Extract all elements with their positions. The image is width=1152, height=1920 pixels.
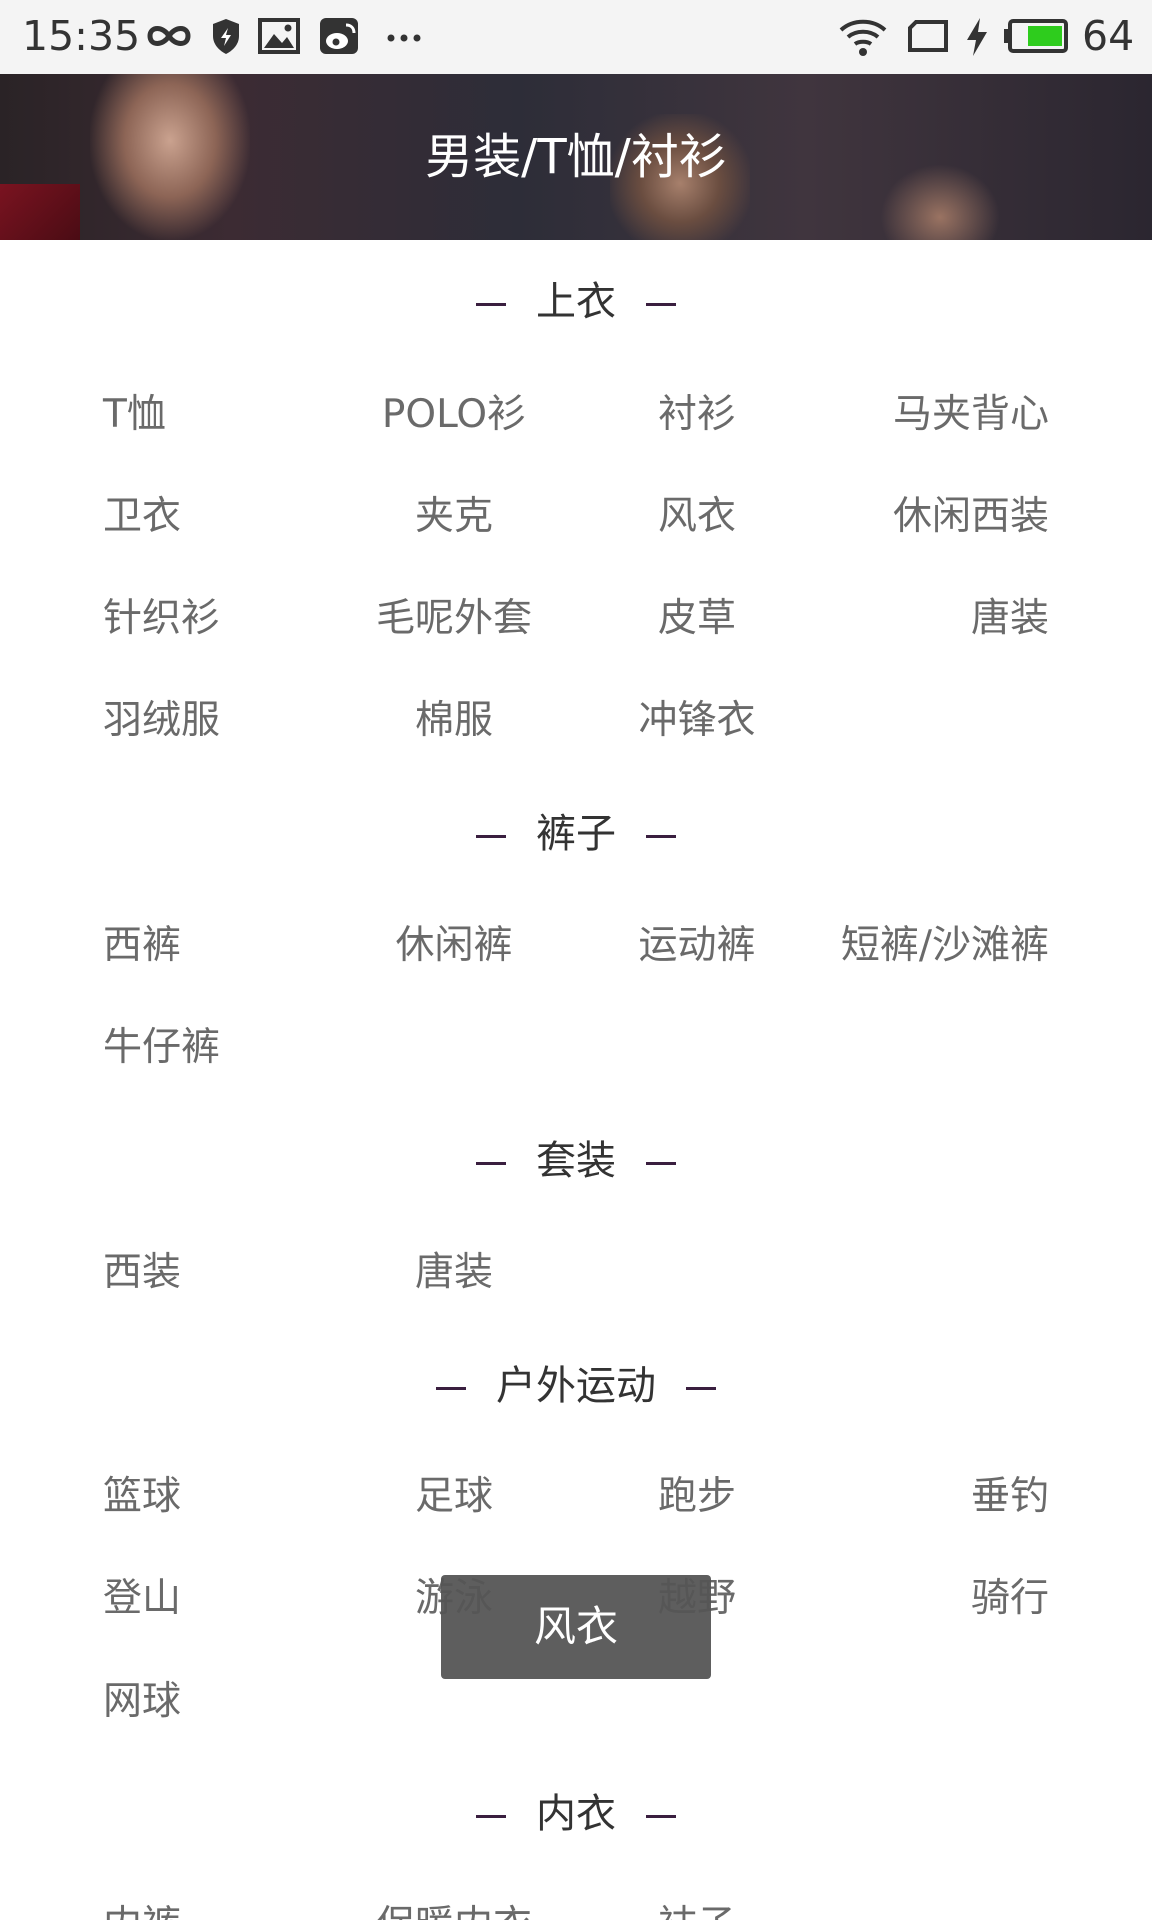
category-item[interactable]: 西装 — [103, 1245, 181, 1301]
toast-message: 风衣 — [441, 1575, 711, 1679]
category-item[interactable]: 皮草 — [597, 591, 797, 647]
category-item[interactable]: 足球 — [354, 1469, 554, 1525]
section-title-dash-left — [476, 1161, 506, 1165]
category-item[interactable]: T恤 — [103, 387, 166, 443]
shield-icon — [213, 19, 239, 54]
section-title-dash-left — [436, 1386, 466, 1390]
image-icon — [258, 18, 300, 54]
section-title-label: 内衣 — [536, 1791, 616, 1837]
more-dots-icon — [387, 34, 421, 42]
section-title-outdoor: 户外运动 — [0, 1358, 1152, 1414]
category-item[interactable]: 羽绒服 — [103, 693, 220, 749]
category-item[interactable]: 唐装 — [971, 591, 1049, 647]
category-item[interactable]: 马夹背心 — [893, 387, 1049, 443]
category-item[interactable]: 西裤 — [103, 918, 181, 974]
category-item[interactable]: 唐装 — [354, 1245, 554, 1301]
banner-title: 男装/T恤/衬衫 — [425, 129, 727, 185]
category-item[interactable]: 跑步 — [597, 1469, 797, 1525]
section-title-dash-right — [646, 302, 676, 306]
charging-bolt-icon — [967, 18, 987, 56]
section-title-label: 上衣 — [536, 279, 616, 325]
section-title-dash-left — [476, 834, 506, 838]
section-title-dash-right — [646, 1814, 676, 1818]
category-item[interactable]: 登山 — [103, 1571, 181, 1627]
category-item[interactable]: 休闲裤 — [354, 918, 554, 974]
category-item[interactable]: 垂钓 — [971, 1469, 1049, 1525]
wifi-icon — [839, 19, 887, 56]
category-item[interactable]: 针织衫 — [103, 591, 220, 647]
section-title-label: 户外运动 — [496, 1363, 656, 1409]
category-item[interactable]: 棉服 — [354, 693, 554, 749]
category-item[interactable]: POLO衫 — [354, 387, 554, 443]
category-item[interactable]: 冲锋衣 — [597, 693, 797, 749]
section-title-dash-left — [476, 302, 506, 306]
weibo-icon — [320, 18, 358, 54]
section-title-dash-left — [476, 1814, 506, 1818]
battery-icon — [1004, 19, 1068, 53]
battery-percentage: 64 — [1082, 12, 1135, 60]
category-item[interactable]: 衬衫 — [597, 387, 797, 443]
section-title-dash-right — [646, 1161, 676, 1165]
category-item[interactable]: 休闲西装 — [893, 489, 1049, 545]
section-title-underwear: 内衣 — [0, 1786, 1152, 1842]
status-time: 15:35 — [22, 12, 141, 60]
section-title-label: 套装 — [536, 1138, 616, 1184]
category-item[interactable]: 篮球 — [103, 1469, 181, 1525]
category-item[interactable]: 骑行 — [971, 1571, 1049, 1627]
category-item[interactable]: 卫衣 — [103, 489, 181, 545]
category-item[interactable]: 运动裤 — [597, 918, 797, 974]
category-item[interactable]: 保暖内衣 — [354, 1898, 554, 1920]
category-item[interactable]: 短裤/沙滩裤 — [841, 918, 1049, 974]
infinity-icon — [147, 26, 191, 46]
status-bar: 15:35 64 — [0, 0, 1152, 74]
category-item[interactable]: 网球 — [103, 1674, 181, 1730]
category-item[interactable]: 牛仔裤 — [103, 1020, 220, 1076]
category-item[interactable]: 风衣 — [597, 489, 797, 545]
section-title-suits: 套装 — [0, 1133, 1152, 1189]
section-title-label: 裤子 — [536, 811, 616, 857]
section-title-tops: 上衣 — [0, 274, 1152, 330]
section-title-pants: 裤子 — [0, 806, 1152, 862]
category-banner: 男装/T恤/衬衫 — [0, 74, 1152, 240]
category-item[interactable]: 毛呢外套 — [354, 591, 554, 647]
screen: 15:35 64 男装/T恤/衬衫 上衣 T恤 POLO衫 衬衫 马夹背心 卫衣… — [0, 0, 1152, 1920]
section-title-dash-right — [646, 834, 676, 838]
category-item[interactable]: 夹克 — [354, 489, 554, 545]
category-item[interactable]: 内裤 — [103, 1898, 181, 1920]
section-title-dash-right — [686, 1386, 716, 1390]
screen-rotate-icon — [908, 20, 948, 52]
category-item[interactable]: 袜子 — [597, 1898, 797, 1920]
